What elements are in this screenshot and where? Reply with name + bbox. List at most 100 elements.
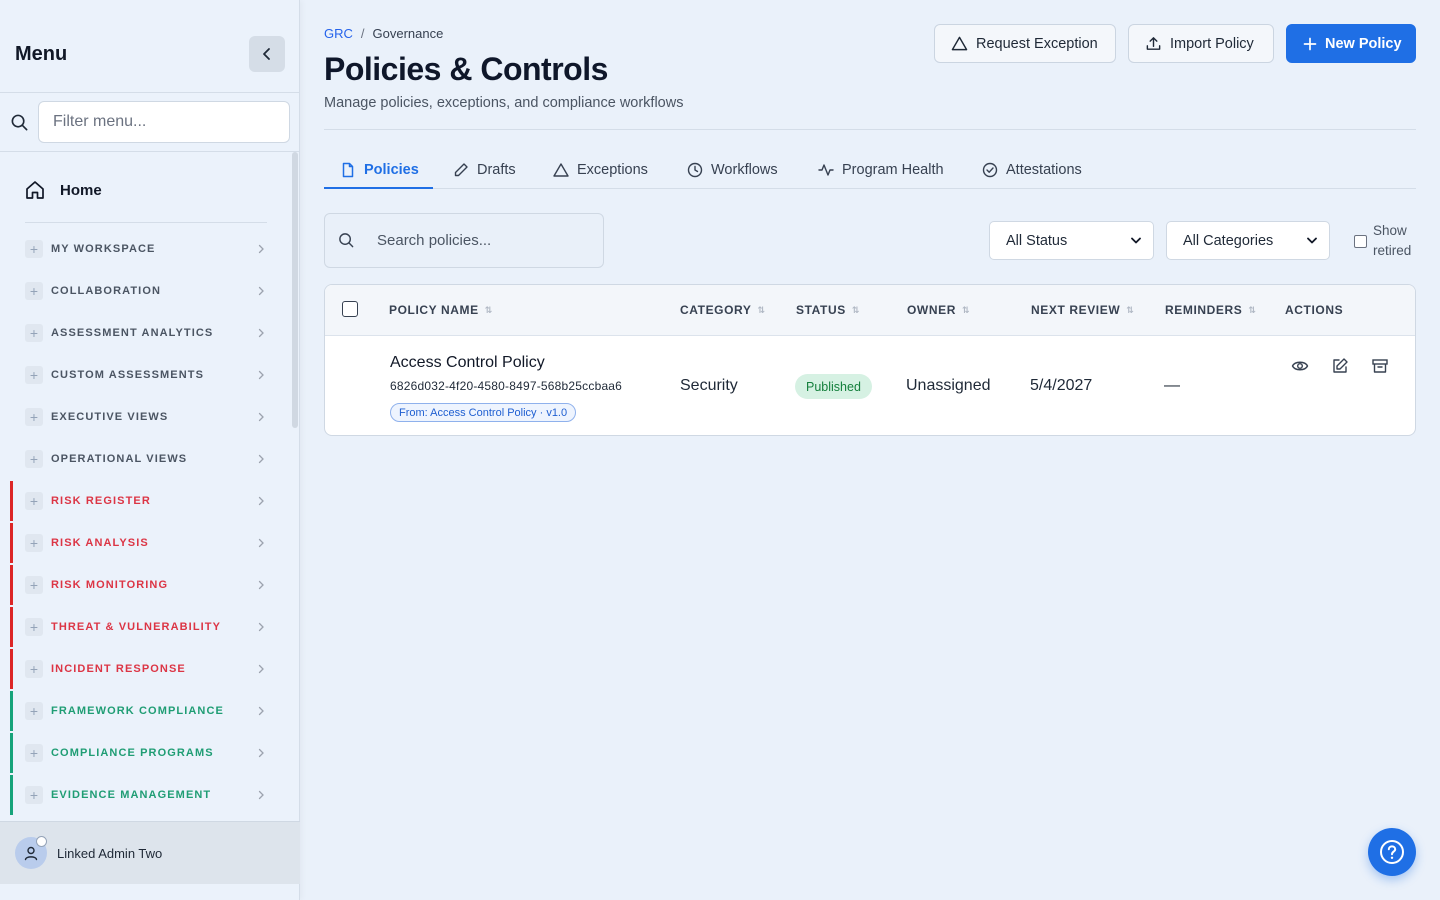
- check-circle-icon: [982, 162, 998, 177]
- column-label: NEXT REVIEW: [1031, 303, 1121, 317]
- status-badge: Published: [795, 374, 872, 399]
- show-retired-checkbox[interactable]: [1354, 235, 1367, 248]
- chevron-right-icon: [258, 538, 264, 548]
- breadcrumb-separator: /: [360, 26, 365, 41]
- expand-plus-icon[interactable]: +: [25, 324, 43, 342]
- sidebar-item-risk-analysis[interactable]: + RISK ANALYSIS: [0, 522, 292, 564]
- table-row[interactable]: Access Control Policy 6826d032-4f20-4580…: [325, 337, 1415, 435]
- sidebar-item-executive-views[interactable]: + EXECUTIVE VIEWS: [0, 396, 292, 438]
- tab-label: Drafts: [477, 161, 516, 178]
- column-header-owner[interactable]: OWNER ⇅: [907, 303, 970, 317]
- user-profile-bar[interactable]: Linked Admin Two: [0, 821, 300, 884]
- request-exception-button[interactable]: Request Exception: [934, 24, 1116, 63]
- sidebar-item-label: THREAT & VULNERABILITY: [51, 621, 222, 633]
- settings-badge-icon: [36, 836, 47, 847]
- category-filter-select[interactable]: All Categories: [1166, 221, 1330, 260]
- warning-triangle-icon: [951, 36, 968, 51]
- status-filter-select[interactable]: All Status: [989, 221, 1154, 260]
- collapse-sidebar-button[interactable]: [249, 36, 285, 72]
- sidebar-item-collaboration[interactable]: + COLLABORATION: [0, 270, 292, 312]
- column-header-category[interactable]: CATEGORY ⇅: [680, 303, 766, 317]
- import-policy-label: Import Policy: [1170, 35, 1254, 52]
- filter-menu-input[interactable]: [38, 101, 290, 143]
- tab-label: Policies: [364, 161, 419, 178]
- column-label: CATEGORY: [680, 303, 752, 317]
- tab-label: Attestations: [1006, 161, 1082, 178]
- user-name: Linked Admin Two: [57, 846, 163, 861]
- eye-icon: [1291, 361, 1309, 371]
- section-color-bar: [10, 691, 13, 731]
- sidebar-item-operational-views[interactable]: + OPERATIONAL VIEWS: [0, 438, 292, 480]
- sort-icon: ⇅: [1126, 304, 1135, 315]
- clock-icon: [687, 162, 703, 177]
- expand-plus-icon[interactable]: +: [25, 450, 43, 468]
- sidebar-item-compliance-programs[interactable]: + COMPLIANCE PROGRAMS: [0, 732, 292, 774]
- sidebar-item-assessment-analytics[interactable]: + ASSESSMENT ANALYTICS: [0, 312, 292, 354]
- section-color-bar: [10, 775, 13, 815]
- policy-name[interactable]: Access Control Policy: [390, 354, 545, 372]
- sidebar-item-risk-register[interactable]: + RISK REGISTER: [0, 480, 292, 522]
- column-label: ACTIONS: [1285, 303, 1344, 317]
- sidebar-item-incident-response[interactable]: + INCIDENT RESPONSE: [0, 648, 292, 690]
- breadcrumb-grc-link[interactable]: GRC: [324, 26, 353, 41]
- expand-plus-icon[interactable]: +: [25, 576, 43, 594]
- expand-plus-icon[interactable]: +: [25, 366, 43, 384]
- chevron-right-icon: [258, 580, 264, 590]
- new-policy-button[interactable]: New Policy: [1286, 24, 1416, 63]
- tab-attestations[interactable]: Attestations: [982, 150, 1082, 189]
- expand-plus-icon[interactable]: +: [25, 282, 43, 300]
- expand-plus-icon[interactable]: +: [25, 534, 43, 552]
- tab-label: Program Health: [842, 161, 944, 178]
- show-retired-label: Show retired: [1373, 223, 1412, 258]
- column-header-reminders[interactable]: REMINDERS ⇅: [1165, 303, 1257, 317]
- column-header-policy-name[interactable]: POLICY NAME ⇅: [389, 303, 493, 317]
- archive-policy-button[interactable]: [1371, 357, 1389, 375]
- column-header-next-review[interactable]: NEXT REVIEW ⇅: [1031, 303, 1134, 317]
- tab-label: Exceptions: [577, 161, 648, 178]
- sidebar-item-home[interactable]: Home: [24, 175, 268, 205]
- chevron-right-icon: [258, 454, 264, 464]
- expand-plus-icon[interactable]: +: [25, 702, 43, 720]
- expand-plus-icon[interactable]: +: [25, 660, 43, 678]
- select-all-checkbox[interactable]: [342, 301, 358, 317]
- sidebar-item-custom-assessments[interactable]: + CUSTOM ASSESSMENTS: [0, 354, 292, 396]
- expand-plus-icon[interactable]: +: [25, 744, 43, 762]
- chevron-left-icon: [263, 48, 270, 60]
- tab-label: Workflows: [711, 161, 778, 178]
- section-color-bar: [10, 523, 13, 563]
- sidebar-item-label: RISK MONITORING: [51, 579, 169, 591]
- sidebar: Menu Home + MY WORKSPACE + COLLABORATION + AS…: [0, 0, 300, 900]
- import-policy-button[interactable]: Import Policy: [1128, 24, 1274, 63]
- view-policy-button[interactable]: [1291, 357, 1309, 375]
- sidebar-item-threat-and-vulnerability[interactable]: + THREAT & VULNERABILITY: [0, 606, 292, 648]
- expand-plus-icon[interactable]: +: [25, 786, 43, 804]
- sidebar-item-risk-monitoring[interactable]: + RISK MONITORING: [0, 564, 292, 606]
- tab-workflows[interactable]: Workflows: [687, 150, 778, 189]
- tab-exceptions[interactable]: Exceptions: [553, 150, 648, 189]
- expand-plus-icon[interactable]: +: [25, 408, 43, 426]
- sidebar-header: Menu: [0, 0, 300, 93]
- expand-plus-icon[interactable]: +: [25, 240, 43, 258]
- sidebar-item-evidence-management[interactable]: + EVIDENCE MANAGEMENT: [0, 774, 292, 816]
- column-label: POLICY NAME: [389, 303, 479, 317]
- edit-policy-button[interactable]: [1331, 357, 1349, 375]
- policy-search-box[interactable]: [324, 213, 604, 268]
- column-header-status[interactable]: STATUS ⇅: [796, 303, 860, 317]
- category-filter-value: All Categories: [1183, 232, 1274, 249]
- sort-icon: ⇅: [757, 304, 766, 315]
- chevron-right-icon: [258, 286, 264, 296]
- section-color-bar: [10, 733, 13, 773]
- search-policies-input[interactable]: [377, 232, 597, 249]
- help-button[interactable]: [1368, 828, 1416, 876]
- sidebar-scrollbar[interactable]: [292, 152, 298, 428]
- tab-program-health[interactable]: Program Health: [818, 150, 944, 189]
- sidebar-item-label: COLLABORATION: [51, 285, 162, 297]
- sort-icon: ⇅: [851, 304, 860, 315]
- table-header: POLICY NAME ⇅ CATEGORY ⇅ STATUS ⇅ OWNER ⇅ NE…: [325, 285, 1415, 336]
- tab-drafts[interactable]: Drafts: [453, 150, 516, 189]
- expand-plus-icon[interactable]: +: [25, 618, 43, 636]
- sidebar-item-my-workspace[interactable]: + MY WORKSPACE: [0, 228, 292, 270]
- sidebar-item-framework-compliance[interactable]: + FRAMEWORK COMPLIANCE: [0, 690, 292, 732]
- tab-policies[interactable]: Policies: [340, 150, 419, 189]
- expand-plus-icon[interactable]: +: [25, 492, 43, 510]
